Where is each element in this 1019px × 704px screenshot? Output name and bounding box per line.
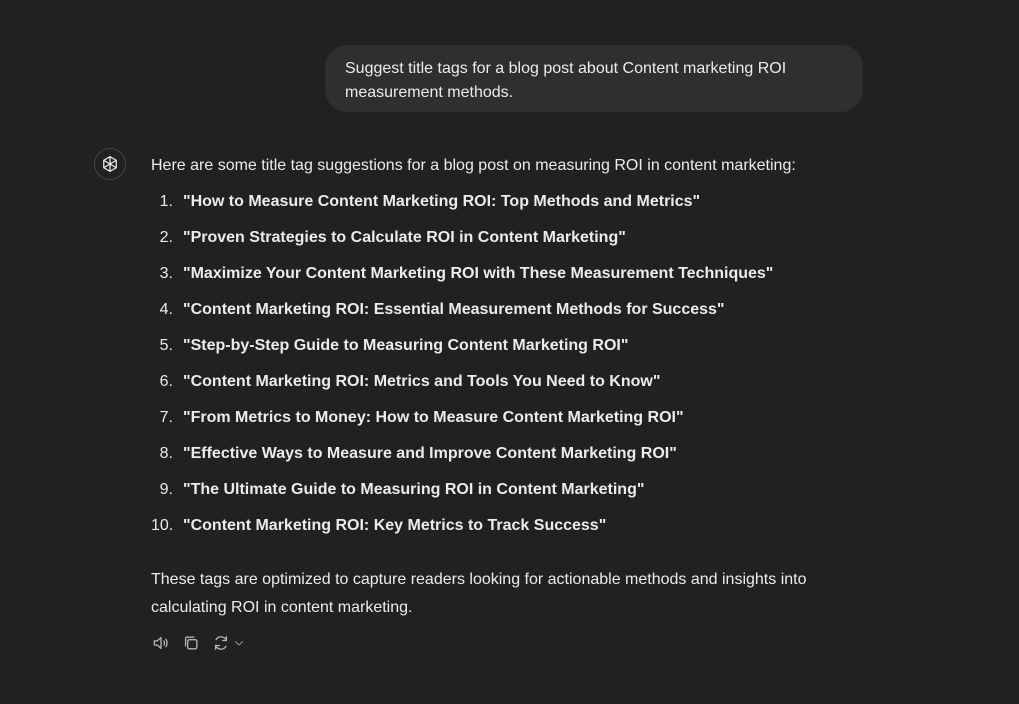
assistant-avatar [94,148,126,180]
assistant-logo-icon [103,156,117,172]
user-message-bubble: Suggest title tags for a blog post about… [325,45,863,112]
regenerate-button[interactable] [211,633,245,653]
title-suggestion: "The Ultimate Guide to Measuring ROI in … [183,481,645,498]
list-item: 10. "Content Marketing ROI: Key Metrics t… [151,514,851,550]
title-suggestions-list: 1. "How to Measure Content Marketing ROI:… [151,190,851,550]
title-suggestion: "Content Marketing ROI: Key Metrics to T… [183,517,607,534]
message-actions [151,632,245,654]
list-item: 2. "Proven Strategies to Calculate ROI in… [151,226,851,262]
user-message-text: Suggest title tags for a blog post about… [345,60,787,101]
title-suggestion: "From Metrics to Money: How to Measure C… [183,409,684,426]
list-number: 7. [159,409,173,426]
list-number: 5. [159,337,173,354]
list-item: 4. "Content Marketing ROI: Essential Meas… [151,298,851,334]
list-number: 3. [159,265,173,282]
list-item: 5. "Step-by-Step Guide to Measuring Conte… [151,334,851,370]
list-item: 9. "The Ultimate Guide to Measuring ROI i… [151,478,851,514]
speaker-icon [153,636,168,650]
list-item: 8. "Effective Ways to Measure and Improve… [151,442,851,478]
title-suggestion: "Content Marketing ROI: Metrics and Tool… [183,373,661,390]
list-number: 9. [159,481,173,498]
title-suggestion: "Maximize Your Content Marketing ROI wit… [183,265,774,282]
list-item: 6. "Content Marketing ROI: Metrics and To… [151,370,851,406]
title-suggestion: "How to Measure Content Marketing ROI: T… [183,193,701,210]
list-item: 3. "Maximize Your Content Marketing ROI w… [151,262,851,298]
list-number: 4. [159,301,173,318]
title-suggestion: "Proven Strategies to Calculate ROI in C… [183,229,626,246]
chevron-down-icon [235,641,243,646]
copy-button[interactable] [181,633,201,653]
list-number: 6. [159,373,173,390]
assistant-message: Here are some title tag suggestions for … [151,154,851,622]
regenerate-icon [214,636,228,650]
list-number: 10. [151,517,174,534]
assistant-intro: Here are some title tag suggestions for … [151,157,796,174]
copy-icon [184,636,198,650]
list-number: 8. [159,445,173,462]
title-suggestion: "Content Marketing ROI: Essential Measur… [183,301,725,318]
list-item: 7. "From Metrics to Money: How to Measure… [151,406,851,442]
list-item: 1. "How to Measure Content Marketing ROI:… [151,190,851,226]
list-number: 1. [159,193,173,210]
list-number: 2. [159,229,173,246]
title-suggestion: "Effective Ways to Measure and Improve C… [183,445,677,462]
title-suggestion: "Step-by-Step Guide to Measuring Content… [183,337,629,354]
assistant-outro: These tags are optimized to capture read… [151,571,807,616]
read-aloud-button[interactable] [151,633,171,653]
